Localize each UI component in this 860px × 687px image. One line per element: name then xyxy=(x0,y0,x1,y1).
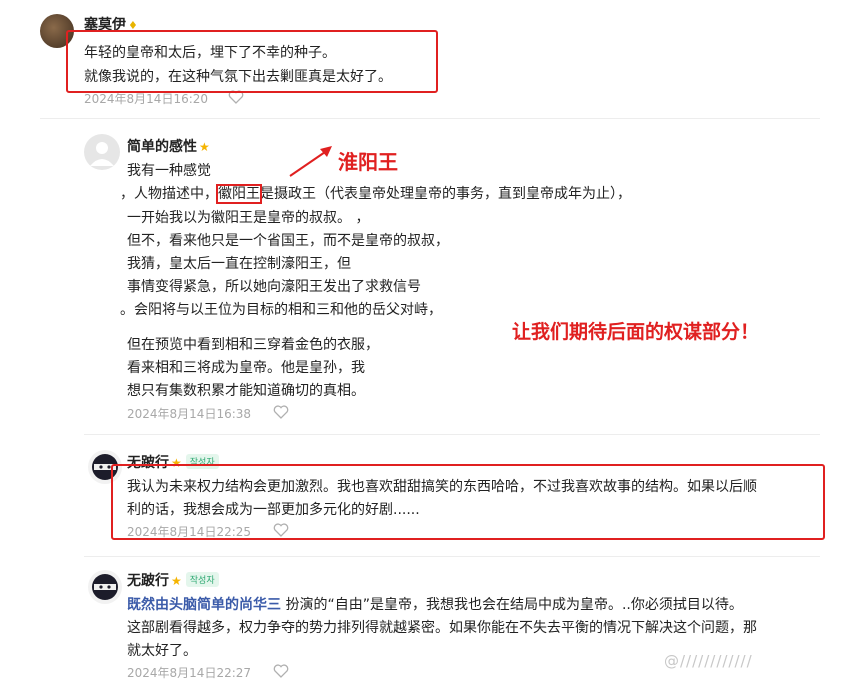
comment-text: 就太好了。 xyxy=(127,643,197,659)
avatar[interactable] xyxy=(84,134,120,170)
timestamp: 2024年8月14日16:38 xyxy=(127,407,252,421)
comment-text: 这部剧看得越多，权力争夺的势力排列得就越紧密。如果你能在不失去平衡的情况下解决这… xyxy=(127,620,757,636)
mention-link[interactable]: 既然由头脑简单的尚华三 xyxy=(127,597,281,613)
comment-text: 既然由头脑简单的尚华三 扮演的“自由”是皇帝，我想我也会在结局中成为皇帝。..你… xyxy=(127,597,743,613)
comment-text: 想只有集数积累才能知道确切的真相。 xyxy=(127,383,365,399)
divider xyxy=(84,556,820,557)
comment-text: 我有一种感觉 xyxy=(127,163,211,179)
comment-text: ，人物描述中，徽阳王是摄政王（代表皇帝处理皇帝的事务，直到皇帝成年为止）， xyxy=(120,184,631,204)
divider xyxy=(40,118,820,119)
arrow-icon xyxy=(289,146,332,177)
comment-text: 但在预览中看到相和三穿着金色的衣服， xyxy=(127,337,379,353)
author-name: 简单的感性 xyxy=(127,139,197,155)
highlight-box xyxy=(66,30,438,93)
watermark: @//////////// xyxy=(664,652,753,670)
comment-text: 看来相和三将成为皇帝。他是皇孙，我 xyxy=(127,360,365,376)
divider xyxy=(84,434,820,435)
comment-text: 一开始我以为徽阳王是皇帝的叔叔。 ， xyxy=(127,210,370,226)
comment-text: 但不，看来他只是一个省国王，而不是皇帝的叔叔， xyxy=(127,233,449,249)
star-icon: ★ xyxy=(171,574,182,588)
comment-text: 事情变得紧急，所以她向濠阳王发出了求救信号 xyxy=(127,279,421,295)
ninja-avatar-icon xyxy=(92,574,118,600)
comment-author[interactable]: 简单的感性 ★ xyxy=(127,136,210,156)
annotation-label: 淮阳王 xyxy=(338,150,398,174)
comment-author[interactable]: 无跛行 ★ 작성자 xyxy=(127,570,219,590)
timestamp: 2024年8月14日22:27 xyxy=(127,666,252,680)
author-badge: 작성자 xyxy=(185,572,219,587)
star-icon: ★ xyxy=(199,140,210,154)
annotation-label: 让我们期待后面的权谋部分！ xyxy=(512,321,760,343)
comment-text: 。会阳将与以王位为目标的相和三和他的岳父对峙， xyxy=(120,302,442,318)
default-user-icon xyxy=(90,142,114,166)
avatar[interactable] xyxy=(88,570,122,604)
author-name: 无跛行 xyxy=(127,573,169,589)
comment-text: 我猜，皇太后一直在控制濠阳王，但 xyxy=(127,256,351,272)
highlight-box xyxy=(111,464,825,540)
heart-icon[interactable] xyxy=(273,405,289,419)
highlighted-name: 徽阳王 xyxy=(216,184,262,204)
heart-icon[interactable] xyxy=(273,664,289,678)
